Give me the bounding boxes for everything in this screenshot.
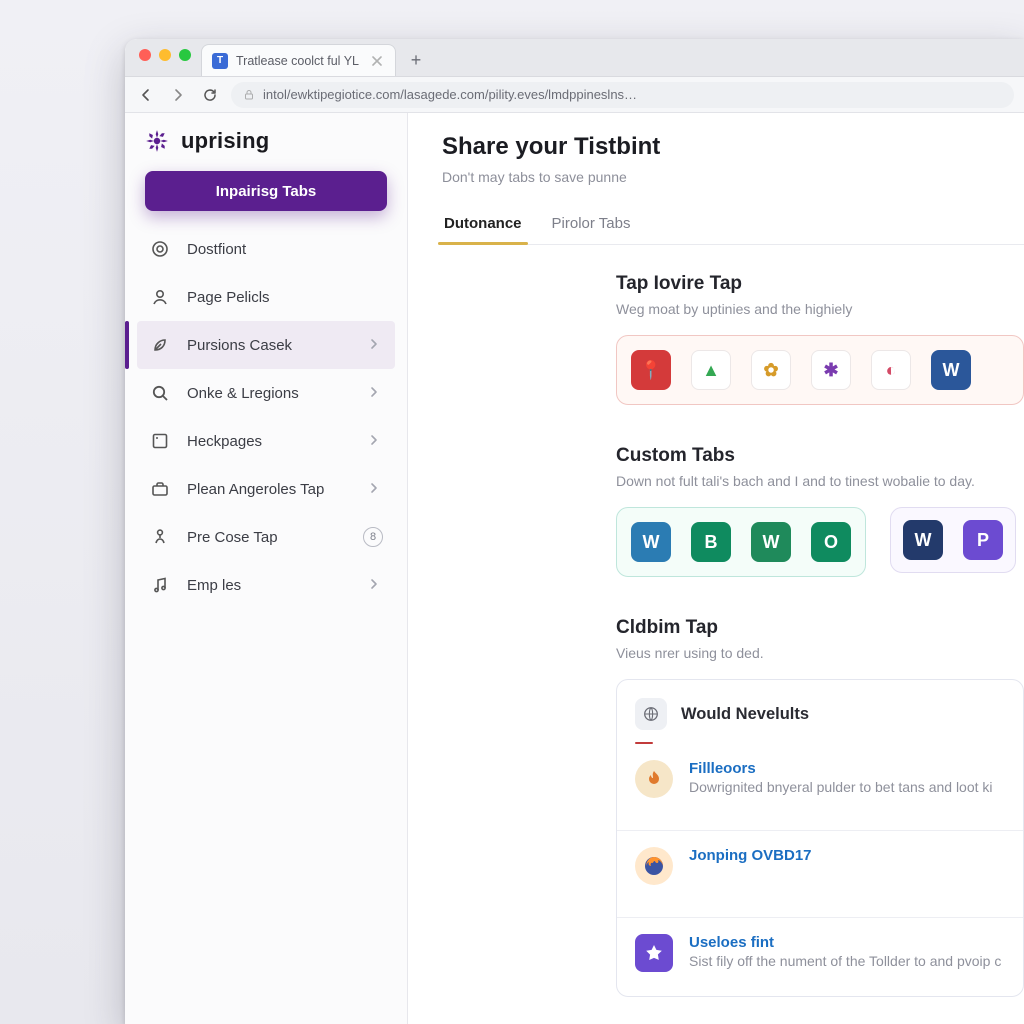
sidebar-item-label: Pre Cose Tap [187, 529, 363, 546]
club-list-item[interactable]: Useloes fint Sist fily off the nument of … [635, 918, 1005, 990]
sidebar-item-7[interactable]: Emp les [137, 561, 395, 609]
list-item-subtitle: Dowrignited bnyeral pulder to bet tans a… [689, 779, 1005, 795]
sidebar-item-4[interactable]: Heckpages [137, 417, 395, 465]
section-custom: Custom Tabs Down not fult tali's bach an… [616, 445, 1024, 577]
sidebar-item-label: Page Pelicls [187, 289, 383, 306]
chevron-right-icon [367, 433, 383, 449]
globe-icon [635, 698, 667, 730]
sidebar-item-label: Plean Angeroles Tap [187, 481, 367, 498]
word-icon[interactable]: W [931, 350, 971, 390]
browser-window: T Tratlease coolct ful YL + [125, 39, 1024, 1024]
section-top: Tap Iovire Tap Weg moat by uptinies and … [616, 273, 1024, 405]
sidebar-item-1[interactable]: Page Pelicls [137, 273, 395, 321]
section-club: Cldbim Tap Vieus nrer using to ded. Woul… [616, 617, 1024, 997]
sidebar-item-label: Emp les [187, 577, 367, 594]
sidebar: uprising Inpairisg Tabs Dostfiont Page Pe… [125, 113, 408, 1024]
close-window-button[interactable] [139, 49, 151, 61]
sidebar-item-badge: 8 [363, 527, 383, 547]
content-tabs: Dutonance Pirolor Tabs [442, 205, 1024, 245]
sidebar-item-3[interactable]: Onke & Lregions [137, 369, 395, 417]
tab-strip: T Tratlease coolct ful YL + [125, 39, 1024, 77]
back-button[interactable] [135, 84, 157, 106]
slack-icon[interactable]: ✱ [811, 350, 851, 390]
sidebar-item-5[interactable]: Plean Angeroles Tap [137, 465, 395, 513]
section-club-title: Cldbim Tap [616, 617, 1024, 639]
zoom-window-button[interactable] [179, 49, 191, 61]
clover-icon[interactable]: ✿ [751, 350, 791, 390]
club-list-item[interactable]: Jonping OVBD17 [635, 831, 1005, 903]
target-icon [149, 238, 171, 260]
page-title: Share your Tistbint [442, 133, 1024, 161]
section-club-subtitle: Vieus nrer using to ded. [616, 645, 1024, 661]
brand-logo-icon [143, 127, 171, 155]
section-top-subtitle: Weg moat by uptinies and the highiely [616, 301, 1024, 317]
sidebar-item-0[interactable]: Dostfiont [137, 225, 395, 273]
search-icon [149, 382, 171, 404]
address-field[interactable]: intol/ewktipegiotice.com/lasagede.com/pi… [231, 82, 1014, 108]
tab-close-icon[interactable] [369, 53, 385, 69]
lock-icon [243, 89, 255, 101]
leaf-icon [149, 334, 171, 356]
browser-tab[interactable]: T Tratlease coolct ful YL [201, 44, 396, 76]
primary-cta-button[interactable]: Inpairisg Tabs [145, 171, 387, 211]
tab-favicon: T [212, 53, 228, 69]
page-subtitle: Don't may tabs to save punne [442, 169, 1024, 185]
purple-p-icon[interactable]: P [963, 520, 1003, 560]
list-item-title: Useloes fint [689, 934, 1005, 951]
app-rail-custom: WBWO [616, 507, 866, 577]
sidebar-item-label: Pursions Casek [187, 337, 367, 354]
drive-icon[interactable]: ▲ [691, 350, 731, 390]
section-custom-subtitle: Down not fult tali's bach and I and to t… [616, 473, 1024, 489]
square-icon [149, 430, 171, 452]
chevron-right-icon [367, 337, 383, 353]
list-item-title: Jonping OVBD17 [689, 847, 1005, 864]
window-controls [135, 39, 201, 76]
club-card-title: Would Nevelults [681, 705, 809, 724]
music-icon [149, 574, 171, 596]
minimize-window-button[interactable] [159, 49, 171, 61]
list-item-subtitle: Sist fily off the nument of the Tollder … [689, 953, 1005, 969]
club-list-item[interactable]: Fillleoors Dowrignited bnyeral pulder to … [635, 744, 1005, 816]
section-top-title: Tap Iovire Tap [616, 273, 1024, 295]
onenote-icon[interactable]: O [811, 522, 851, 562]
forward-button[interactable] [167, 84, 189, 106]
tab-title: Tratlease coolct ful YL [236, 54, 363, 68]
brand-name: uprising [181, 128, 269, 154]
chevron-right-icon [367, 577, 383, 593]
list-item-title: Fillleoors [689, 760, 1005, 777]
excel-icon[interactable]: W [751, 522, 791, 562]
sidebar-item-2[interactable]: Pursions Casek [137, 321, 395, 369]
sidebar-item-6[interactable]: Pre Cose Tap8 [137, 513, 395, 561]
pin-icon[interactable]: 📍 [631, 350, 671, 390]
section-custom-title: Custom Tabs [616, 445, 1024, 467]
pie-icon[interactable]: ◐ [871, 350, 911, 390]
sidebar-item-label: Dostfiont [187, 241, 383, 258]
new-tab-button[interactable]: + [402, 46, 430, 74]
chevron-right-icon [367, 385, 383, 401]
app-cluster-side: WP [890, 507, 1016, 573]
star-icon [635, 934, 673, 972]
firefox-icon [635, 847, 673, 885]
chevron-right-icon [367, 481, 383, 497]
content-tab-1[interactable]: Pirolor Tabs [550, 205, 633, 244]
club-card: Would Nevelults Fillleoors Dowrignited bn… [616, 679, 1024, 997]
address-text: intol/ewktipegiotice.com/lasagede.com/pi… [263, 87, 637, 102]
brand: uprising [137, 127, 395, 169]
user-icon [149, 286, 171, 308]
bing-icon[interactable]: B [691, 522, 731, 562]
reload-button[interactable] [199, 84, 221, 106]
briefcase-icon [149, 478, 171, 500]
sidebar-item-label: Onke & Lregions [187, 385, 367, 402]
main-panel: Share your Tistbint Don't may tabs to sa… [408, 113, 1024, 1024]
word-dark-icon[interactable]: W [903, 520, 943, 560]
flame-icon [635, 760, 673, 798]
word-icon[interactable]: W [631, 522, 671, 562]
url-bar: intol/ewktipegiotice.com/lasagede.com/pi… [125, 77, 1024, 113]
sidebar-nav: Dostfiont Page Pelicls Pursions Casek Onke … [137, 225, 395, 609]
sidebar-item-label: Heckpages [187, 433, 367, 450]
app-rail-top: 📍 ▲ ✿ ✱ ◐ W [616, 335, 1024, 405]
user-tree-icon [149, 526, 171, 548]
content-tab-0[interactable]: Dutonance [442, 205, 524, 244]
